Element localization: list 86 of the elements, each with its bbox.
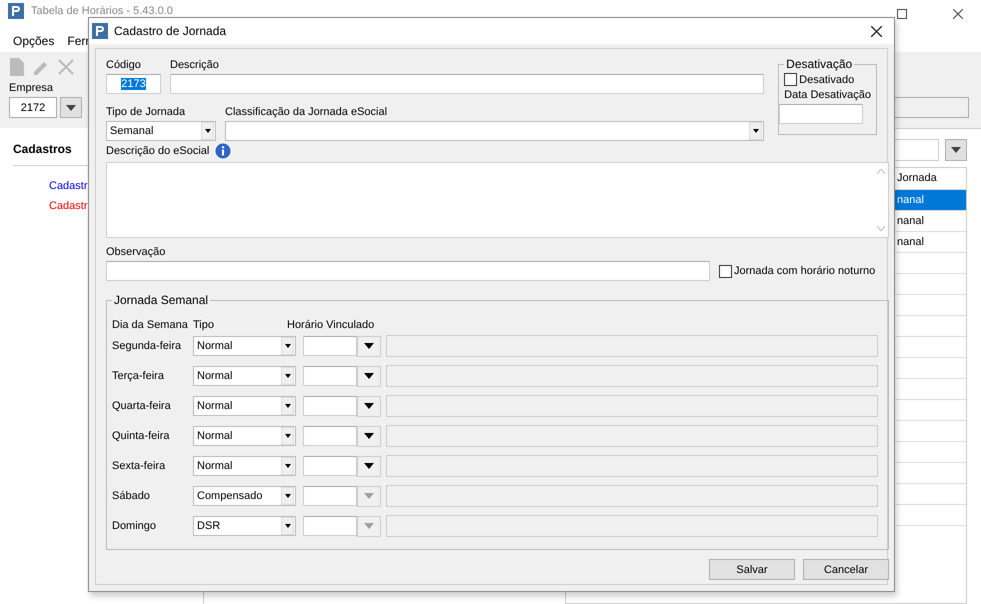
- dropdown-button[interactable]: [945, 139, 967, 161]
- caret-icon: [364, 433, 374, 439]
- day-label: Domingo: [112, 520, 158, 532]
- caret-icon: [364, 343, 374, 349]
- checkbox[interactable]: [784, 73, 798, 86]
- caret-icon: [204, 129, 210, 133]
- delete-icon[interactable]: [58, 59, 74, 75]
- info-icon[interactable]: [215, 143, 232, 159]
- observacao-label: Observação: [106, 246, 166, 258]
- tipo-dropdown[interactable]: Normal: [193, 336, 296, 356]
- tipo-jornada-label: Tipo de Jornada: [106, 106, 186, 118]
- group-title: Desativação: [785, 57, 854, 71]
- caret-icon: [364, 403, 374, 409]
- classificacao-label: Classificação da Jornada eSocial: [225, 106, 388, 118]
- day-label: Sábado: [112, 490, 151, 502]
- tipo-dropdown[interactable]: Normal: [193, 366, 296, 386]
- day-label: Sexta-feira: [112, 460, 166, 472]
- horario-field[interactable]: [303, 486, 357, 506]
- observacao-field[interactable]: [106, 261, 710, 281]
- app-logo-icon: [8, 3, 24, 19]
- window-title: Tabela de Horários - 5.43.0.0: [31, 5, 173, 18]
- caret-icon: [284, 404, 290, 408]
- caret-icon: [66, 104, 76, 110]
- horario-field[interactable]: [303, 366, 357, 386]
- tipo-jornada-dropdown[interactable]: Semanal: [106, 121, 216, 141]
- caret-icon: [284, 344, 290, 348]
- horario-field[interactable]: [303, 396, 357, 416]
- tipo-dropdown[interactable]: Normal: [193, 456, 296, 476]
- day-label: Terça-feira: [112, 370, 165, 382]
- close-icon[interactable]: [953, 9, 963, 19]
- descricao-field[interactable]: [170, 74, 764, 94]
- menu-item[interactable]: Ferr: [67, 34, 90, 48]
- dropdown-button[interactable]: [357, 336, 381, 356]
- sidebar-link[interactable]: Cadastr: [49, 180, 88, 192]
- scroll-down-icon[interactable]: [877, 226, 885, 231]
- dialog-title: Cadastro de Jornada: [114, 24, 226, 38]
- caret-icon: [951, 147, 961, 153]
- codigo-label: Código: [106, 59, 142, 71]
- horario-field[interactable]: [303, 336, 357, 356]
- menu-item[interactable]: Opções: [13, 34, 54, 48]
- caret-icon: [284, 374, 290, 378]
- descricao-label: Descrição: [170, 59, 220, 71]
- data-desativacao-label: Data Desativação: [784, 89, 871, 101]
- sidebar-heading: Cadastros: [13, 142, 72, 156]
- dropdown-button[interactable]: [357, 456, 381, 476]
- descricao-esocial-label: Descrição do eSocial: [106, 145, 210, 157]
- caret-icon: [364, 373, 374, 379]
- column-header: Dia da Semana: [112, 319, 189, 331]
- day-label: Segunda-feira: [112, 340, 182, 352]
- day-label: Quarta-feira: [112, 400, 172, 412]
- close-icon[interactable]: [871, 26, 882, 36]
- dialog-button[interactable]: Cancelar: [803, 559, 889, 580]
- empresa-field[interactable]: 2172: [9, 97, 57, 118]
- empresa-label: Empresa: [9, 82, 54, 94]
- caret-icon: [284, 524, 290, 528]
- maximize-icon[interactable]: [897, 9, 907, 19]
- caret-icon: [284, 494, 290, 498]
- app-logo-icon: [92, 23, 108, 39]
- dropdown-button[interactable]: [357, 396, 381, 416]
- dropdown-button[interactable]: [357, 366, 381, 386]
- data-desativacao-field[interactable]: [779, 104, 864, 124]
- caret-icon: [752, 129, 759, 133]
- dropdown-button[interactable]: [60, 97, 82, 118]
- new-document-icon[interactable]: [10, 58, 24, 76]
- dialog-button[interactable]: Salvar: [709, 559, 795, 580]
- column-header: Horário Vinculado: [287, 319, 374, 331]
- checkbox[interactable]: [719, 264, 732, 278]
- day-label: Quinta-feira: [112, 430, 170, 442]
- horario-field[interactable]: [303, 426, 357, 446]
- caret-icon: [284, 464, 290, 468]
- caret-icon: [284, 434, 290, 438]
- tipo-dropdown[interactable]: Normal: [193, 396, 296, 416]
- checkbox-label: Jornada com horário noturno: [734, 265, 876, 277]
- scroll-up-icon[interactable]: [877, 169, 885, 174]
- horario-field[interactable]: [303, 516, 357, 536]
- caret-icon: [364, 493, 374, 499]
- checkbox-label: Desativado: [799, 74, 854, 86]
- horario-field[interactable]: [303, 456, 357, 476]
- caret-icon: [364, 463, 374, 469]
- dropdown-button[interactable]: [357, 426, 381, 446]
- caret-icon: [364, 523, 374, 529]
- sidebar-link[interactable]: Cadastr: [49, 200, 88, 212]
- group-title: Jornada Semanal: [113, 293, 210, 307]
- tipo-dropdown[interactable]: Normal: [193, 426, 296, 446]
- column-header: Tipo: [193, 319, 215, 331]
- codigo-field[interactable]: 2173: [106, 74, 161, 94]
